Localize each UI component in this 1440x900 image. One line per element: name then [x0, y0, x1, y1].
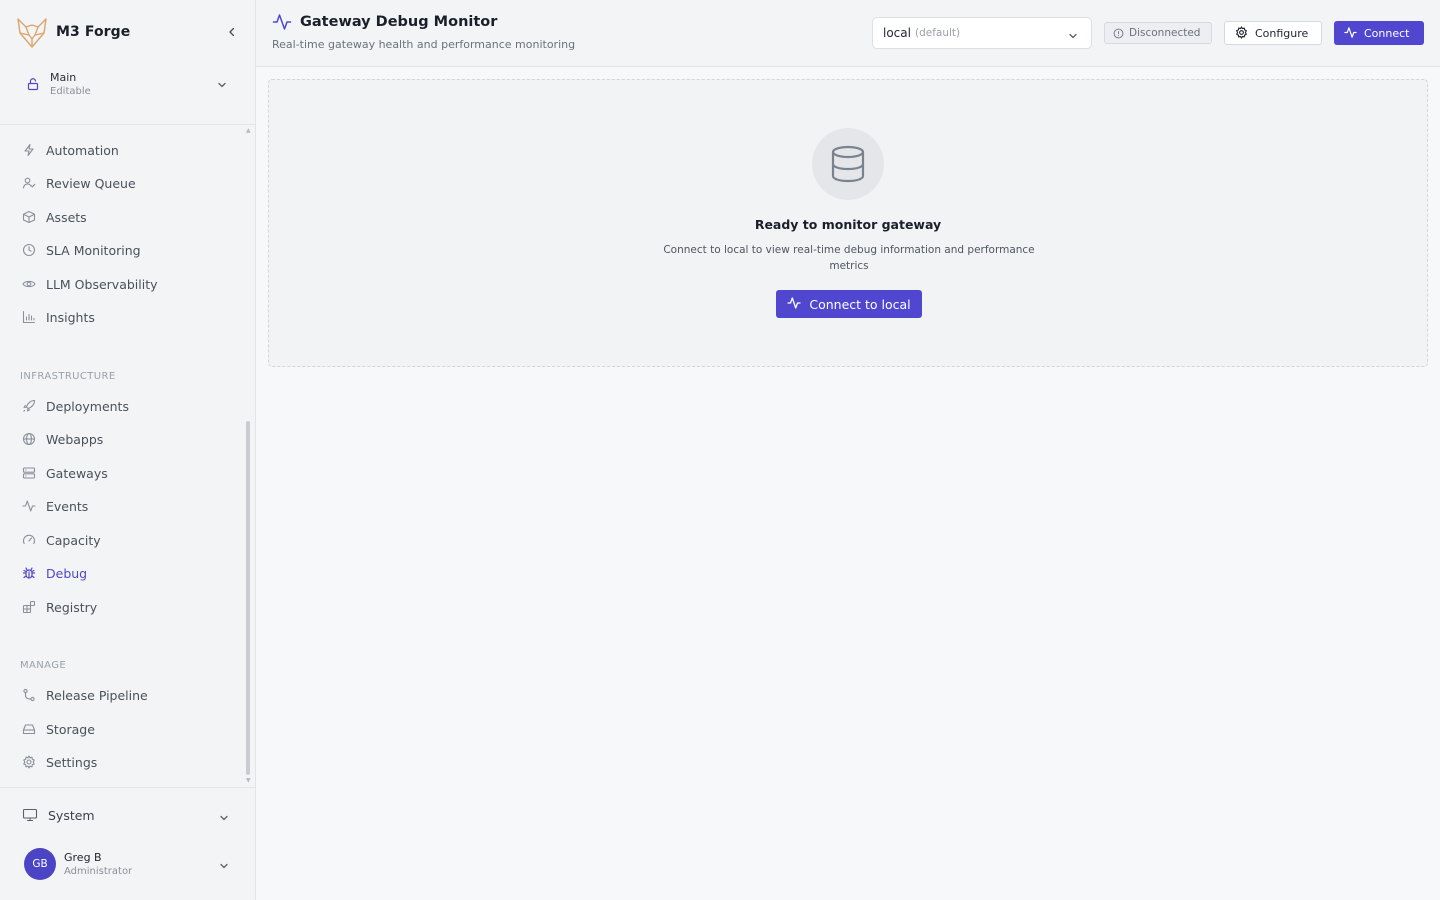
clock-icon [20, 241, 38, 259]
sidebar-item-label: Gateways [46, 465, 108, 481]
brand-name: M3 Forge [56, 24, 131, 40]
brand: M3 Forge [16, 14, 241, 50]
activity-icon [20, 497, 38, 515]
configure-label: Configure [1255, 26, 1309, 40]
section-label-infrastructure: INFRASTRUCTURE [20, 371, 116, 382]
sidebar-item-label: Review Queue [46, 175, 136, 191]
sidebar-item-label: Deployments [46, 398, 129, 414]
fox-logo-icon [16, 15, 48, 49]
sidebar-item-llm-observability[interactable]: LLM Observability [12, 269, 240, 299]
sidebar-divider [0, 787, 255, 788]
activity-icon [787, 295, 801, 314]
user-name: Greg B [64, 850, 102, 864]
sidebar-item-gateways[interactable]: Gateways [12, 458, 240, 488]
chevron-down-icon [1067, 27, 1079, 46]
environment-default-tag: (default) [914, 27, 961, 39]
page-subtitle: Real-time gateway health and performance… [272, 38, 576, 51]
eye-icon [20, 275, 38, 293]
sidebar-item-label: Automation [46, 142, 119, 158]
connect-label: Connect [1364, 26, 1410, 40]
sidebar-item-registry[interactable]: Registry [12, 592, 240, 622]
info-circle-icon [1113, 24, 1124, 43]
box-icon [20, 208, 38, 226]
connect-to-local-label: Connect to local [809, 296, 911, 312]
bar-chart-icon [20, 308, 38, 326]
activity-icon [1344, 24, 1357, 43]
system-menu[interactable]: System [12, 801, 240, 829]
sidebar-item-settings[interactable]: Settings [12, 747, 240, 777]
git-branch-icon [20, 686, 38, 704]
gear-icon [20, 753, 38, 771]
sidebar: M3 Forge Main Editable ▲ Automation Revi… [0, 0, 256, 900]
sidebar-item-label: Storage [46, 721, 95, 737]
database-icon [812, 128, 884, 200]
sidebar-item-deployments[interactable]: Deployments [12, 391, 240, 421]
rocket-icon [20, 397, 38, 415]
sidebar-item-label: Settings [46, 754, 98, 770]
sidebar-item-label: Capacity [46, 532, 101, 548]
connect-button[interactable]: Connect [1334, 21, 1424, 45]
sidebar-item-label: Registry [46, 599, 98, 615]
empty-state-description: Connect to local to view real-time debug… [663, 244, 1035, 272]
sidebar-scrollbar[interactable] [246, 421, 250, 775]
avatar: GB [24, 848, 56, 880]
sidebar-item-label: Insights [46, 309, 95, 325]
empty-state-card: Ready to monitor gateway Connect to loca… [268, 79, 1428, 367]
sidebar-item-label: Debug [46, 565, 88, 581]
sidebar-item-label: LLM Observability [46, 276, 158, 292]
sidebar-item-review-queue[interactable]: Review Queue [12, 168, 240, 198]
chevron-down-icon [218, 857, 230, 876]
bug-icon [20, 564, 38, 582]
scroll-up-arrow[interactable]: ▲ [246, 127, 251, 134]
workspace-selector[interactable]: Main Editable [16, 62, 238, 106]
monitor-icon [22, 808, 40, 822]
user-check-icon [20, 174, 38, 192]
sidebar-item-debug[interactable]: Debug [12, 558, 240, 588]
sidebar-item-label: Webapps [46, 431, 104, 447]
blocks-icon [20, 598, 38, 616]
sidebar-item-label: Assets [46, 209, 87, 225]
zap-icon [20, 141, 38, 159]
chevron-down-icon [218, 809, 230, 828]
sidebar-item-events[interactable]: Events [12, 491, 240, 521]
sidebar-item-release-pipeline[interactable]: Release Pipeline [12, 680, 240, 710]
chevron-down-icon [216, 76, 228, 95]
page-header: Gateway Debug Monitor Real-time gateway … [256, 0, 1440, 67]
collapse-sidebar-button[interactable] [223, 23, 241, 41]
globe-icon [20, 430, 38, 448]
sidebar-item-insights[interactable]: Insights [12, 302, 240, 332]
status-text: Disconnected [1129, 27, 1201, 39]
sidebar-item-assets[interactable]: Assets [12, 202, 240, 232]
workspace-mode: Editable [50, 85, 91, 97]
empty-state-title: Ready to monitor gateway [754, 217, 942, 232]
sidebar-item-storage[interactable]: Storage [12, 714, 240, 744]
connect-to-local-button[interactable]: Connect to local [776, 290, 922, 318]
section-label-manage: MANAGE [20, 660, 67, 671]
sidebar-item-webapps[interactable]: Webapps [12, 424, 240, 454]
scroll-down-arrow[interactable]: ▼ [246, 777, 251, 784]
unlock-icon [26, 77, 44, 91]
workspace-name: Main [50, 70, 77, 84]
user-role: Administrator [64, 865, 133, 877]
hard-drive-icon [20, 720, 38, 738]
environment-select[interactable]: local (default) [872, 17, 1092, 49]
activity-icon [272, 12, 292, 32]
sidebar-divider [0, 124, 255, 125]
chevron-left-icon [229, 27, 235, 37]
system-label: System [48, 807, 95, 823]
configure-button[interactable]: Configure [1224, 21, 1322, 45]
sidebar-item-label: SLA Monitoring [46, 242, 141, 258]
user-menu[interactable]: GB Greg B Administrator [16, 844, 240, 884]
gauge-icon [20, 531, 38, 549]
environment-value: local [883, 26, 911, 40]
page-title: Gateway Debug Monitor [300, 14, 498, 30]
server-icon [20, 464, 38, 482]
sidebar-item-automation[interactable]: Automation [12, 135, 240, 165]
status-badge: Disconnected [1104, 22, 1212, 44]
sidebar-item-label: Events [46, 498, 89, 514]
sidebar-item-capacity[interactable]: Capacity [12, 525, 240, 555]
sidebar-item-sla-monitoring[interactable]: SLA Monitoring [12, 235, 240, 265]
gear-icon [1235, 24, 1248, 43]
sidebar-item-label: Release Pipeline [46, 687, 148, 703]
